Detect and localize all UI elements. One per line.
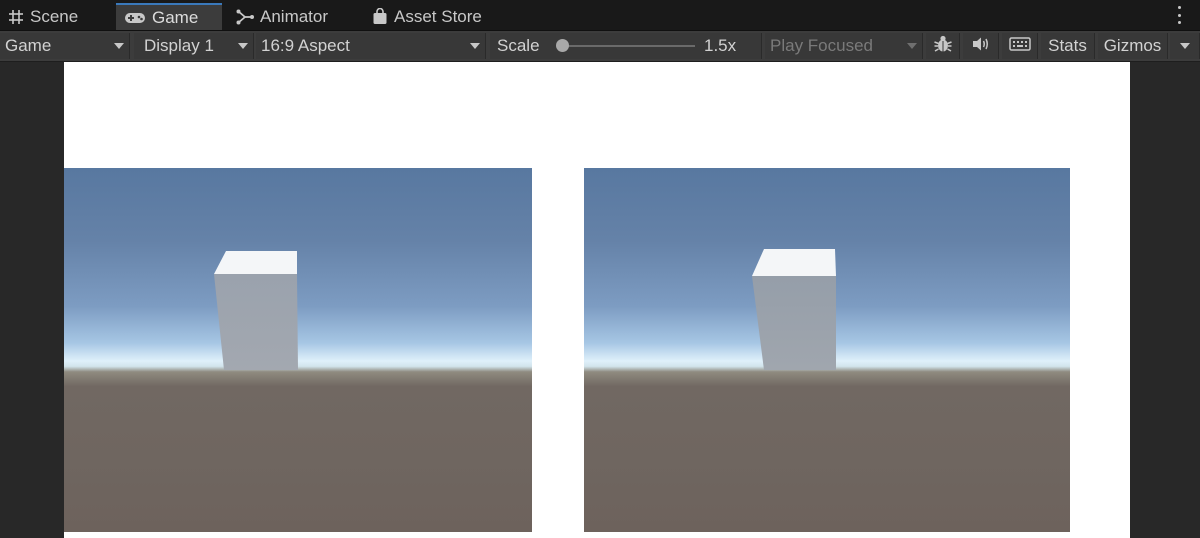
editor-tab-bar: Scene Game Animator Asset Store: [0, 0, 1200, 31]
debug-toggle[interactable]: [926, 33, 960, 59]
aspect-select[interactable]: 16:9 Aspect: [256, 33, 486, 59]
shopping-bag-icon: [372, 8, 388, 25]
cube: [214, 251, 298, 370]
keyboard-icon: [1008, 36, 1031, 57]
chevron-down-icon: [1179, 43, 1190, 49]
animator-icon: [236, 9, 254, 25]
grid-icon: [8, 9, 24, 25]
tab-asset-store[interactable]: Asset Store: [364, 3, 514, 30]
gizmos-button[interactable]: Gizmos: [1098, 33, 1168, 59]
audio-icon: [971, 36, 991, 57]
gizmos-dropdown[interactable]: [1170, 33, 1200, 59]
tab-label: Scene: [30, 6, 79, 26]
tab-label: Animator: [260, 6, 329, 26]
camera-view-left: [64, 168, 532, 532]
tab-label: Asset Store: [394, 6, 482, 26]
game-canvas[interactable]: [64, 62, 1130, 538]
view-select[interactable]: Game: [0, 33, 130, 59]
view-select-value: Game: [5, 36, 52, 55]
tab-animator[interactable]: Animator: [228, 3, 358, 30]
tab-label: Game: [152, 7, 199, 27]
aspect-select-value: 16:9 Aspect: [261, 36, 350, 55]
scale-slider-track[interactable]: [565, 45, 695, 47]
chevron-down-icon: [114, 43, 124, 49]
stats-label: Stats: [1048, 36, 1087, 55]
stats-button[interactable]: Stats: [1041, 33, 1095, 59]
chevron-down-icon: [907, 43, 917, 49]
display-select-value: Display 1: [144, 36, 214, 55]
more-options-icon[interactable]: [1176, 6, 1182, 24]
game-viewport: [0, 62, 1200, 538]
tab-game[interactable]: Game: [116, 3, 222, 30]
gizmos-label: Gizmos: [1103, 36, 1162, 55]
cube: [752, 249, 836, 370]
tab-scene[interactable]: Scene: [0, 3, 110, 30]
gamepad-icon: [124, 11, 146, 25]
shortcuts-toggle[interactable]: [1002, 33, 1038, 59]
scale-label: Scale: [497, 36, 540, 55]
play-mode-value: Play Focused: [770, 36, 873, 55]
mute-audio-toggle[interactable]: [963, 33, 999, 59]
bug-icon: [933, 34, 953, 59]
play-mode-select[interactable]: Play Focused: [765, 33, 923, 59]
scale-value: 1.5x: [704, 36, 737, 55]
chevron-down-icon: [238, 43, 248, 49]
display-select[interactable]: Display 1: [134, 33, 254, 59]
chevron-down-icon: [470, 43, 480, 49]
camera-view-right: [584, 168, 1070, 532]
scale-slider-handle[interactable]: [556, 39, 569, 52]
